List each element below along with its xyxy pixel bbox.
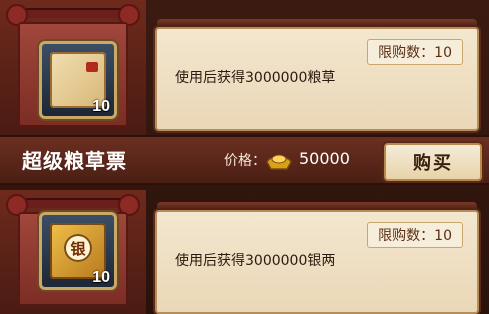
item-quantity-badge: 10	[92, 98, 110, 115]
panel-hanger	[157, 19, 477, 27]
purchase-limit-badge: 限购数：10	[367, 222, 463, 248]
purchase-limit-badge: 限购数：10	[367, 39, 463, 65]
buy-button[interactable]: 购买	[384, 143, 482, 181]
gold-ingot-icon	[266, 154, 292, 170]
item-quantity-badge: 10	[92, 269, 110, 286]
item-title: 超级粮草票	[22, 149, 127, 173]
item-icon-slot[interactable]: 10	[39, 41, 117, 119]
shop-item-card: 银 10 限购数：10 使用后获得3000000银两	[0, 190, 489, 314]
price-value: 50000	[299, 149, 350, 168]
silver-glyph: 银	[64, 234, 92, 262]
item-description-panel: 限购数：10 使用后获得3000000粮草	[155, 19, 479, 131]
panel-hanger	[157, 202, 477, 210]
item-description: 使用后获得3000000粮草	[175, 70, 336, 86]
item-description: 使用后获得3000000银两	[175, 253, 336, 269]
price-label: 价格：	[224, 153, 266, 169]
item-bottom-bar: 超级粮草票 价格： 50000 购买	[0, 135, 489, 185]
item-description-panel: 限购数：10 使用后获得3000000银两	[155, 202, 479, 314]
item-icon-slot[interactable]: 银 10	[39, 212, 117, 290]
shop-item-card: 10 限购数：10 使用后获得3000000粮草 超级粮草票 价格： 50000…	[0, 0, 489, 185]
